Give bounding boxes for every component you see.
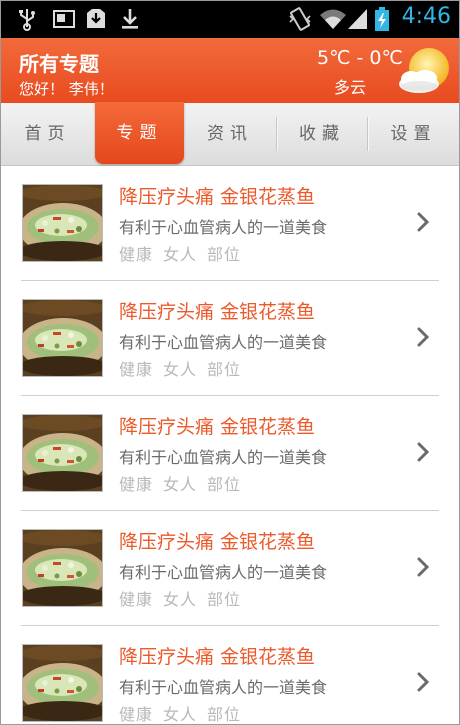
tag: 健康 <box>119 590 154 609</box>
chevron-right-icon[interactable] <box>417 212 429 232</box>
tag: 健康 <box>119 705 154 724</box>
item-subtitle: 有利于心血管病人的一道美食 <box>119 678 328 697</box>
screenshot-icon <box>53 10 75 28</box>
tag: 女人 <box>163 245 198 264</box>
tag: 部位 <box>207 475 242 494</box>
usb-icon <box>19 9 35 31</box>
dish-thumbnail <box>22 644 103 722</box>
item-tags: 健康 女人 部位 <box>119 701 251 724</box>
tag: 女人 <box>163 360 198 379</box>
item-tags: 健康 女人 部位 <box>119 471 251 495</box>
tag: 女人 <box>163 475 198 494</box>
weather-condition: 多云 <box>334 78 367 97</box>
tag: 健康 <box>119 475 154 494</box>
user-greeting: 您好！ 李伟！ <box>19 80 114 98</box>
status-time: 4:46 <box>401 4 451 29</box>
list-item[interactable]: 降压疗头痛 金银花蒸鱼 有利于心血管病人的一道美食 健康 女人 部位 <box>1 166 459 281</box>
list-item[interactable]: 降压疗头痛 金银花蒸鱼 有利于心血管病人的一道美食 健康 女人 部位 <box>1 511 459 626</box>
item-subtitle: 有利于心血管病人的一道美食 <box>119 448 328 467</box>
wifi-icon <box>320 9 346 29</box>
tag: 部位 <box>207 360 242 379</box>
item-title: 降压疗头痛 金银花蒸鱼 <box>119 416 316 438</box>
dish-thumbnail <box>22 529 103 607</box>
tag: 健康 <box>119 360 154 379</box>
item-title: 降压疗头痛 金银花蒸鱼 <box>119 531 316 553</box>
tab-favorites[interactable]: 收藏 <box>277 103 367 165</box>
item-title: 降压疗头痛 金银花蒸鱼 <box>119 646 316 668</box>
signal-icon <box>348 9 367 29</box>
app-header: 所有专题 您好！ 李伟！ 5℃ - 0℃ 多云 <box>1 38 459 103</box>
dish-thumbnail <box>22 414 103 492</box>
item-tags: 健康 女人 部位 <box>119 356 251 380</box>
dish-thumbnail <box>22 184 103 262</box>
list-item[interactable]: 降压疗头痛 金银花蒸鱼 有利于心血管病人的一道美食 健康 女人 部位 <box>1 626 459 724</box>
download-box-icon <box>87 9 105 28</box>
status-bar: 4:46 <box>1 1 459 38</box>
item-subtitle: 有利于心血管病人的一道美食 <box>119 333 328 352</box>
battery-charging-icon <box>375 7 389 31</box>
tab-home[interactable]: 首页 <box>1 103 94 165</box>
vibrate-icon <box>289 7 311 31</box>
dish-thumbnail <box>22 299 103 377</box>
chevron-right-icon[interactable] <box>417 442 429 462</box>
temperature-range: 5℃ - 0℃ <box>317 47 403 69</box>
chevron-right-icon[interactable] <box>417 327 429 347</box>
tab-news[interactable]: 资讯 <box>185 103 275 165</box>
list-item[interactable]: 降压疗头痛 金银花蒸鱼 有利于心血管病人的一道美食 健康 女人 部位 <box>1 281 459 396</box>
item-title: 降压疗头痛 金银花蒸鱼 <box>119 301 316 323</box>
item-tags: 健康 女人 部位 <box>119 241 251 265</box>
tag: 健康 <box>119 245 154 264</box>
tag: 部位 <box>207 705 242 724</box>
tag: 部位 <box>207 590 242 609</box>
download-icon <box>122 9 138 29</box>
partly-cloudy-icon[interactable] <box>397 46 455 100</box>
tag: 女人 <box>163 590 198 609</box>
tab-topics[interactable]: 专题 <box>95 102 184 164</box>
list-item[interactable]: 降压疗头痛 金银花蒸鱼 有利于心血管病人的一道美食 健康 女人 部位 <box>1 396 459 511</box>
chevron-right-icon[interactable] <box>417 672 429 692</box>
item-subtitle: 有利于心血管病人的一道美食 <box>119 563 328 582</box>
item-title: 降压疗头痛 金银花蒸鱼 <box>119 186 316 208</box>
page-title: 所有专题 <box>19 52 99 76</box>
item-tags: 健康 女人 部位 <box>119 586 251 610</box>
app-frame: 4:46 所有专题 您好！ 李伟！ 5℃ - 0℃ 多云 首页 专题 资讯 收藏 <box>0 0 460 725</box>
chevron-right-icon[interactable] <box>417 557 429 577</box>
main-tab-bar: 首页 专题 资讯 收藏 设置 <box>1 102 459 166</box>
tag: 女人 <box>163 705 198 724</box>
item-subtitle: 有利于心血管病人的一道美食 <box>119 218 328 237</box>
tag: 部位 <box>207 245 242 264</box>
tab-settings[interactable]: 设置 <box>368 103 459 165</box>
